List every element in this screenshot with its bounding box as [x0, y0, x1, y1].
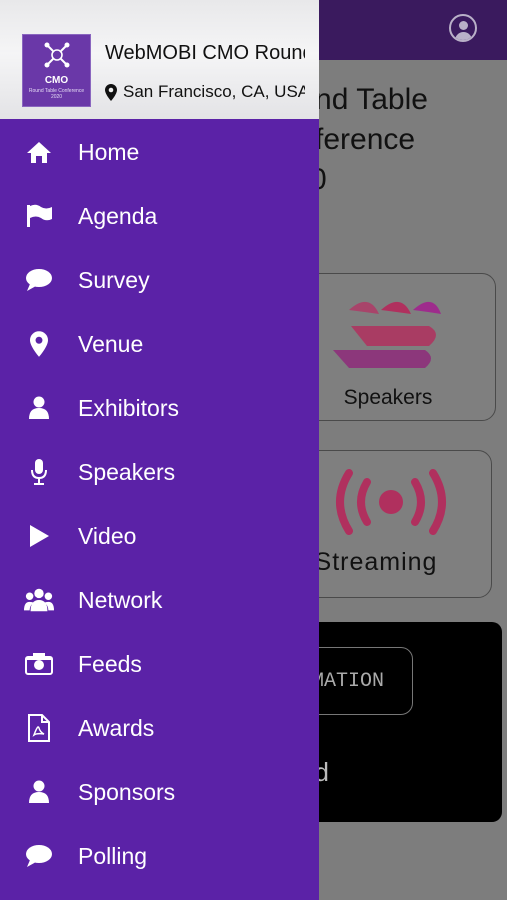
camera-icon — [24, 649, 54, 679]
user-icon — [24, 393, 54, 423]
logo-name: CMO — [44, 75, 69, 86]
menu-label-home: Home — [78, 138, 140, 165]
navigation-drawer: CMO Round Table Conference 2020 WebMOBI … — [0, 0, 319, 900]
menu-item-network[interactable]: Network — [0, 568, 319, 632]
event-location: San Francisco, CA, USA — [105, 82, 305, 102]
menu-item-sponsors[interactable]: Sponsors — [0, 760, 319, 824]
menu-item-venue[interactable]: Venue — [0, 312, 319, 376]
menu-item-video[interactable]: Video — [0, 504, 319, 568]
chat-bubble-icon — [24, 265, 54, 295]
menu-item-speakers[interactable]: Speakers — [0, 440, 319, 504]
profile-icon[interactable] — [449, 14, 477, 42]
microphone-icon — [24, 457, 54, 487]
event-name: WebMOBI CMO Round Table Conference — [105, 42, 305, 64]
menu-label-agenda: Agenda — [78, 202, 158, 229]
menu-label-sponsors: Sponsors — [78, 778, 176, 805]
event-logo: CMO Round Table Conference 2020 — [22, 34, 91, 107]
group-icon — [24, 585, 54, 615]
menu-label-network: Network — [78, 586, 163, 613]
flag-icon — [24, 201, 54, 231]
menu-label-video: Video — [78, 522, 137, 549]
menu-item-survey[interactable]: Survey — [0, 248, 319, 312]
logo-glyph-icon — [44, 42, 70, 68]
play-icon — [24, 521, 54, 551]
user-icon — [24, 777, 54, 807]
menu-label-survey: Survey — [78, 266, 150, 293]
drawer-header[interactable]: CMO Round Table Conference 2020 WebMOBI … — [0, 0, 319, 119]
menu-label-exhibitors: Exhibitors — [78, 394, 179, 421]
menu-item-exhibitors[interactable]: Exhibitors — [0, 376, 319, 440]
logo-subtitle: Round Table Conference 2020 — [28, 88, 85, 100]
chat-bubble-icon — [24, 841, 54, 871]
menu-label-feeds: Feeds — [78, 650, 142, 677]
pdf-file-icon — [24, 713, 54, 743]
menu-label-awards: Awards — [78, 714, 155, 741]
home-icon — [24, 137, 54, 167]
menu-item-polling[interactable]: Polling — [0, 824, 319, 888]
menu-label-speakers: Speakers — [78, 458, 176, 485]
broadcast-icon — [336, 469, 446, 535]
menu-item-agenda[interactable]: Agenda — [0, 184, 319, 248]
menu-item-awards[interactable]: Awards — [0, 696, 319, 760]
menu-item-home[interactable]: Home — [0, 120, 319, 184]
map-pin-icon — [24, 329, 54, 359]
menu-item-feeds[interactable]: Feeds — [0, 632, 319, 696]
menu-label-polling: Polling — [78, 842, 148, 869]
location-pin-icon — [105, 83, 117, 101]
speakers-logo-icon — [333, 301, 441, 368]
menu-label-venue: Venue — [78, 330, 144, 357]
